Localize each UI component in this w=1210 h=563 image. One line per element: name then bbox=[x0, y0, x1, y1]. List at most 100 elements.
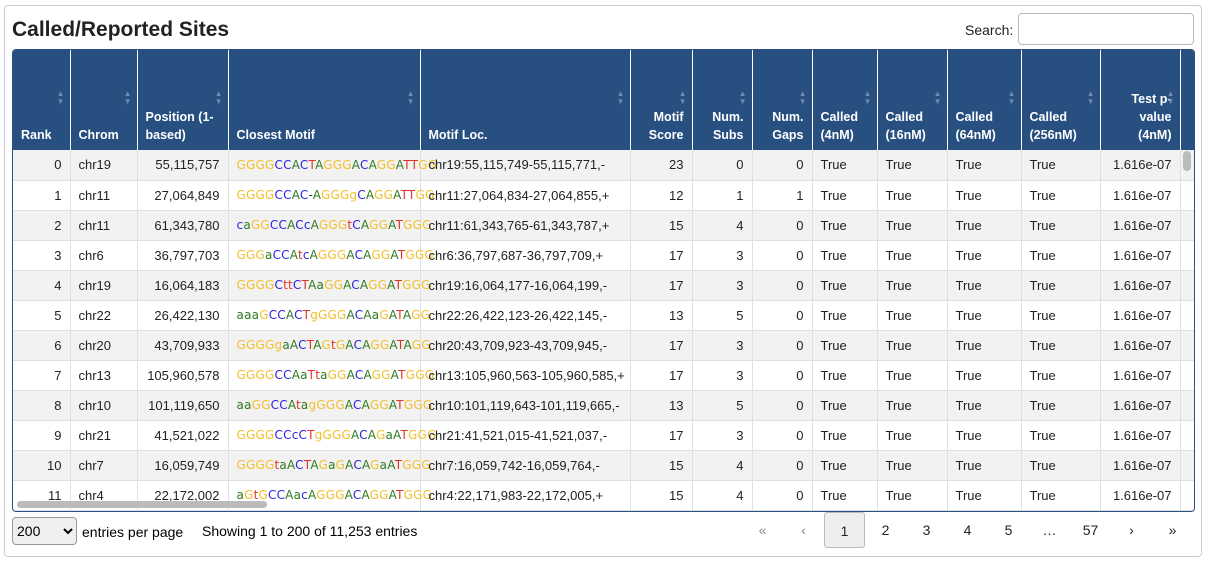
table-cell: 0 bbox=[13, 150, 71, 181]
table-cell: 13 bbox=[630, 390, 693, 421]
table-cell: True bbox=[877, 420, 948, 451]
table-cell bbox=[1180, 180, 1194, 211]
table-cell: 8 bbox=[13, 390, 71, 421]
table-cell: True bbox=[1021, 180, 1101, 211]
table-row[interactable]: 3 chr6 36,797,703 GGGaCCAtcAGGGACAGGATGGG ch… bbox=[13, 240, 1194, 271]
table-info: Showing 1 to 200 of 11,253 entries bbox=[202, 523, 418, 539]
table-row[interactable]: 0chr1955,115,757GGGGCCACTAGGGACAGGATTGGc… bbox=[13, 150, 1194, 181]
search-input[interactable] bbox=[1018, 13, 1194, 45]
column-header[interactable]: Motif Loc. ▲ ▼ bbox=[420, 50, 631, 150]
table-row[interactable]: 1 chr11 27,064,849 GGGGCCAC-AGGGgCAGGATTGG c… bbox=[13, 180, 1194, 211]
column-header-label: Chrom bbox=[78, 128, 119, 142]
table-cell: 15 bbox=[630, 480, 693, 511]
table-cell: True bbox=[877, 240, 948, 271]
table-cell: chr10:101,119,643-101,119,665,- bbox=[420, 390, 631, 421]
motif-cell: GGGGgaACTAGtGACAGGATAGG bbox=[228, 330, 431, 361]
table-cell: chr11:27,064,834-27,064,855,+ bbox=[420, 180, 631, 211]
vertical-scrollbar[interactable] bbox=[1183, 151, 1191, 171]
table-cell: True bbox=[1021, 270, 1101, 301]
table-cell: 1.616e-07 bbox=[1100, 450, 1181, 481]
page-button[interactable]: 57 bbox=[1070, 512, 1111, 548]
column-header[interactable]: Num. Subs ▲ ▼ bbox=[692, 50, 753, 150]
sort-icon: ▲ ▼ bbox=[406, 89, 415, 106]
column-header[interactable]: Called (256nM) ▲ ▼ bbox=[1021, 50, 1101, 150]
table-cell: chr13:105,960,563-105,960,585,+ bbox=[420, 360, 631, 391]
motif-cell: GGGaCCAtcAGGGACAGGATGGG bbox=[228, 240, 434, 271]
table-cell: chr6:36,797,687-36,797,709,+ bbox=[420, 240, 631, 271]
page-button[interactable]: « bbox=[742, 512, 783, 548]
page-size-select[interactable]: 200 bbox=[12, 517, 77, 545]
table-row[interactable]: 2 chr11 61,343,780 caGGCCACcAGGGtCAGGATGGG c… bbox=[13, 210, 1194, 241]
column-header-label: Position (1-based) bbox=[145, 110, 214, 142]
column-header[interactable]: Called (4nM) ▲ ▼ bbox=[812, 50, 878, 150]
sort-icon: ▲ ▼ bbox=[738, 89, 747, 106]
table-cell: 5 bbox=[13, 300, 71, 331]
column-header[interactable]: Called (64nM) ▲ ▼ bbox=[947, 50, 1022, 150]
table-row[interactable]: 9 chr21 41,521,022 GGGGCCcCTgGGGACAGaATGGG c… bbox=[13, 420, 1194, 451]
table-row[interactable]: 4 chr19 16,064,183 GGGGCttCTAaGGACAGGATGGG c… bbox=[13, 270, 1194, 301]
table-row[interactable]: 6 chr20 43,709,933 GGGGgaACTAGtGACAGGATAGG c… bbox=[13, 330, 1194, 361]
page-button[interactable]: ‹ bbox=[783, 512, 824, 548]
table-cell bbox=[1180, 360, 1194, 391]
table-cell bbox=[1180, 210, 1194, 241]
page-button[interactable]: 2 bbox=[865, 512, 906, 548]
table-row[interactable]: 8 chr10 101,119,650 aaGGCCAtagGGGACAGGATGGG… bbox=[13, 390, 1194, 421]
page-button[interactable]: 3 bbox=[906, 512, 947, 548]
column-header-label: Rank bbox=[21, 128, 52, 142]
page-button[interactable]: » bbox=[1152, 512, 1193, 548]
table-cell: chr6 bbox=[70, 240, 138, 271]
page-button[interactable]: › bbox=[1111, 512, 1152, 548]
column-header[interactable]: Chrom ▲ ▼ bbox=[70, 50, 138, 150]
page-button[interactable]: 5 bbox=[988, 512, 1029, 548]
table-cell: 7 bbox=[13, 360, 71, 391]
table-cell: 4 bbox=[692, 210, 753, 241]
table-cell: 12 bbox=[630, 180, 693, 211]
table-row[interactable]: 7 chr13 105,960,578 GGGGCCAaTtaGGACAGGATGGG… bbox=[13, 360, 1194, 391]
table-cell: 1.616e-07 bbox=[1100, 360, 1181, 391]
table-cell: 1 bbox=[13, 180, 71, 211]
page-button[interactable]: 1 bbox=[824, 512, 865, 548]
table-cell: 17 bbox=[630, 240, 693, 271]
column-header[interactable]: Called (16nM) ▲ ▼ bbox=[877, 50, 948, 150]
table-cell: chr20 bbox=[70, 330, 138, 361]
table-cell: 0 bbox=[752, 270, 813, 301]
table-cell: 1.616e-07 bbox=[1100, 240, 1181, 271]
table-cell: True bbox=[812, 420, 878, 451]
table-cell: chr11:61,343,765-61,343,787,+ bbox=[420, 210, 631, 241]
table-cell: True bbox=[877, 270, 948, 301]
sites-table-container: Rank ▲ ▼ Chrom ▲ ▼ Position (1-based) ▲ ▼ Closest… bbox=[12, 49, 1195, 512]
column-header[interactable]: Test p-value (4nM) ▲ ▼ bbox=[1100, 50, 1181, 150]
table-cell: True bbox=[1021, 480, 1101, 511]
column-header[interactable] bbox=[1180, 50, 1194, 150]
column-header[interactable]: Rank ▲ ▼ bbox=[13, 50, 71, 150]
table-cell: 1.616e-07 bbox=[1100, 300, 1181, 331]
table-cell: 0 bbox=[752, 450, 813, 481]
table-cell: 27,064,849 bbox=[137, 180, 229, 211]
table-cell: True bbox=[947, 450, 1022, 481]
page-button[interactable]: … bbox=[1029, 512, 1070, 548]
table-cell: 3 bbox=[692, 360, 753, 391]
sort-icon: ▲ ▼ bbox=[1166, 89, 1175, 106]
page-button[interactable]: 4 bbox=[947, 512, 988, 548]
table-cell: 43,709,933 bbox=[137, 330, 229, 361]
column-header[interactable]: Closest Motif ▲ ▼ bbox=[228, 50, 421, 150]
table-cell: 1.616e-07 bbox=[1100, 210, 1181, 241]
table-cell: 10 bbox=[13, 450, 71, 481]
column-header[interactable]: Motif Score ▲ ▼ bbox=[630, 50, 693, 150]
table-cell: 17 bbox=[630, 360, 693, 391]
motif-cell: GGGGCCcCTgGGGACAGaATGGG bbox=[228, 420, 436, 451]
table-row[interactable]: 10 chr7 16,059,749 GGGGtaACTAGaGACAGaATGGG c… bbox=[13, 450, 1194, 481]
horizontal-scrollbar[interactable] bbox=[17, 501, 267, 508]
column-header[interactable]: Position (1-based) ▲ ▼ bbox=[137, 50, 229, 150]
sort-icon: ▲ ▼ bbox=[1086, 89, 1095, 106]
column-header-label: Called (4nM) bbox=[820, 110, 859, 142]
table-cell: True bbox=[947, 210, 1022, 241]
table-cell: chr11 bbox=[70, 180, 138, 211]
table-cell: 41,521,022 bbox=[137, 420, 229, 451]
table-cell: True bbox=[947, 360, 1022, 391]
table-cell: chr22 bbox=[70, 300, 138, 331]
column-header[interactable]: Num. Gaps ▲ ▼ bbox=[752, 50, 813, 150]
table-cell: 0 bbox=[752, 360, 813, 391]
motif-cell: GGGGCCAC-AGGGgCAGGATTGG bbox=[228, 180, 434, 211]
table-row[interactable]: 5 chr22 26,422,130 aaaGCCACTgGGGACAaGATAGG c… bbox=[13, 300, 1194, 331]
